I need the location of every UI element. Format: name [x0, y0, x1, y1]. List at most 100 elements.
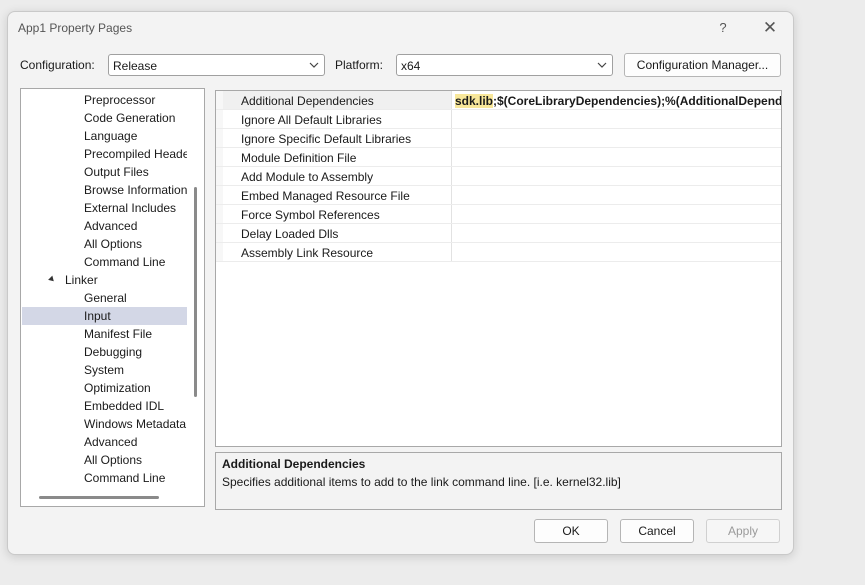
tree-item-label: Advanced — [84, 219, 138, 233]
property-value-cell[interactable] — [453, 186, 781, 204]
tree-item-advanced[interactable]: Advanced — [22, 217, 187, 235]
grid-row-force-symbol-references[interactable]: Force Symbol References — [216, 205, 781, 224]
tree-item-embedded-idl[interactable]: Embedded IDL — [22, 397, 187, 415]
tree-item-linker[interactable]: Linker — [22, 271, 187, 289]
tree-item-label: Windows Metadata — [84, 417, 187, 431]
tree-item-label: Linker — [65, 273, 98, 287]
property-value-cell[interactable] — [453, 129, 781, 147]
ok-button[interactable]: OK — [534, 519, 608, 543]
tree-item-linker-all-options[interactable]: All Options — [22, 451, 187, 469]
tree-item-label: All Options — [84, 453, 143, 467]
grid-row-module-definition-file[interactable]: Module Definition File — [216, 148, 781, 167]
property-value-cell[interactable] — [453, 110, 781, 128]
platform-value: x64 — [401, 59, 421, 73]
tree-item-external-includes[interactable]: External Includes — [22, 199, 187, 217]
tree-item-label: General — [84, 291, 127, 305]
window-title: App1 Property Pages — [18, 21, 133, 35]
tree-item-label: Optimization — [84, 381, 151, 395]
chevron-down-icon — [309, 62, 319, 68]
property-name-cell[interactable]: Assembly Link Resource — [216, 243, 452, 261]
property-name-cell[interactable]: Delay Loaded Dlls — [216, 224, 452, 242]
property-name: Ignore Specific Default Libraries — [241, 132, 412, 146]
tree-item-general[interactable]: General — [22, 289, 187, 307]
property-value-cell[interactable] — [453, 243, 781, 261]
property-value-cell[interactable]: sdk.lib;$(CoreLibraryDependencies);%(Add… — [453, 91, 781, 109]
row-gutter — [216, 148, 223, 166]
help-icon[interactable]: ? — [708, 16, 738, 40]
grid-row-embed-managed-resource-file[interactable]: Embed Managed Resource File — [216, 186, 781, 205]
row-gutter — [216, 110, 223, 128]
tree-item-language[interactable]: Language — [22, 127, 187, 145]
tree-item-label: Debugging — [84, 345, 143, 359]
tree-item-preprocessor[interactable]: Preprocessor — [22, 91, 187, 109]
grid-row-ignore-all-default-libraries[interactable]: Ignore All Default Libraries — [216, 110, 781, 129]
property-tree: Preprocessor Code Generation Language Pr… — [20, 88, 205, 507]
tree-item-label: Input — [84, 309, 111, 323]
grid-row-assembly-link-resource[interactable]: Assembly Link Resource — [216, 243, 781, 262]
property-name: Assembly Link Resource — [241, 246, 374, 260]
tree-horizontal-scrollbar[interactable] — [39, 496, 159, 499]
tree-item-label: System — [84, 363, 125, 377]
tree-item-manifest-file[interactable]: Manifest File — [22, 325, 187, 343]
property-value-cell[interactable] — [453, 205, 781, 223]
tree-item-debugging[interactable]: Debugging — [22, 343, 187, 361]
grid-row-ignore-specific-default-libraries[interactable]: Ignore Specific Default Libraries — [216, 129, 781, 148]
tree-item-browse-information[interactable]: Browse Information — [22, 181, 187, 199]
tree-item-label: Command Line — [84, 255, 166, 269]
tree-item-system[interactable]: System — [22, 361, 187, 379]
tree-item-windows-metadata[interactable]: Windows Metadata — [22, 415, 187, 433]
grid-row-additional-dependencies[interactable]: Additional Dependencies sdk.lib;$(CoreLi… — [216, 91, 781, 110]
tree-item-label: Browse Information — [84, 183, 187, 197]
tree-item-label: Command Line — [84, 471, 166, 485]
value-rest: ;$(CoreLibraryDependencies);%(Additional… — [493, 94, 781, 108]
tree-vertical-scrollbar[interactable] — [194, 187, 197, 397]
property-name: Module Definition File — [241, 151, 357, 165]
tree-item-label: Embedded IDL — [84, 399, 165, 413]
configuration-value: Release — [113, 59, 158, 73]
configuration-manager-button[interactable]: Configuration Manager... — [624, 53, 781, 77]
apply-button[interactable]: Apply — [706, 519, 780, 543]
tree-item-precompiled-headers[interactable]: Precompiled Heade — [22, 145, 187, 163]
property-value-cell[interactable] — [453, 224, 781, 242]
tree-item-linker-advanced[interactable]: Advanced — [22, 433, 187, 451]
property-value-cell[interactable] — [453, 148, 781, 166]
grid-row-add-module-to-assembly[interactable]: Add Module to Assembly — [216, 167, 781, 186]
tree-item-optimization[interactable]: Optimization — [22, 379, 187, 397]
row-gutter — [216, 167, 223, 185]
grid-row-delay-loaded-dlls[interactable]: Delay Loaded Dlls — [216, 224, 781, 243]
value-highlight: sdk.lib — [455, 94, 494, 108]
configuration-select[interactable]: Release — [108, 54, 325, 76]
tree-item-output-files[interactable]: Output Files — [22, 163, 187, 181]
tree-item-command-line[interactable]: Command Line — [22, 253, 187, 271]
property-name-cell[interactable]: Additional Dependencies — [216, 91, 452, 109]
property-name-cell[interactable]: Embed Managed Resource File — [216, 186, 452, 204]
tree-item-label: Language — [84, 129, 138, 143]
property-name-cell[interactable]: Force Symbol References — [216, 205, 452, 223]
tree-item-all-options[interactable]: All Options — [22, 235, 187, 253]
expand-triangle-icon[interactable] — [48, 275, 56, 284]
row-gutter — [216, 91, 223, 109]
property-name-cell[interactable]: Ignore All Default Libraries — [216, 110, 452, 128]
property-name-cell[interactable]: Module Definition File — [216, 148, 452, 166]
tree-item-linker-command-line[interactable]: Command Line — [22, 469, 187, 487]
property-value-cell[interactable] — [453, 167, 781, 185]
tree-item-label: Advanced — [84, 435, 138, 449]
tree-item-label: Preprocessor — [84, 93, 156, 107]
property-name: Ignore All Default Libraries — [241, 113, 382, 127]
tree-item-input[interactable]: Input — [22, 307, 187, 325]
property-name: Delay Loaded Dlls — [241, 227, 339, 241]
row-gutter — [216, 205, 223, 223]
property-name: Additional Dependencies — [241, 94, 374, 108]
tree-item-label: Precompiled Heade — [84, 147, 187, 161]
tree-item-code-generation[interactable]: Code Generation — [22, 109, 187, 127]
description-title: Additional Dependencies — [222, 457, 366, 471]
property-name: Force Symbol References — [241, 208, 380, 222]
configuration-label: Configuration: — [20, 58, 95, 72]
platform-select[interactable]: x64 — [396, 54, 613, 76]
cancel-button[interactable]: Cancel — [620, 519, 694, 543]
close-icon[interactable]: ✕ — [755, 16, 785, 40]
row-gutter — [216, 186, 223, 204]
property-name-cell[interactable]: Add Module to Assembly — [216, 167, 452, 185]
tree-item-label: Code Generation — [84, 111, 176, 125]
property-name-cell[interactable]: Ignore Specific Default Libraries — [216, 129, 452, 147]
